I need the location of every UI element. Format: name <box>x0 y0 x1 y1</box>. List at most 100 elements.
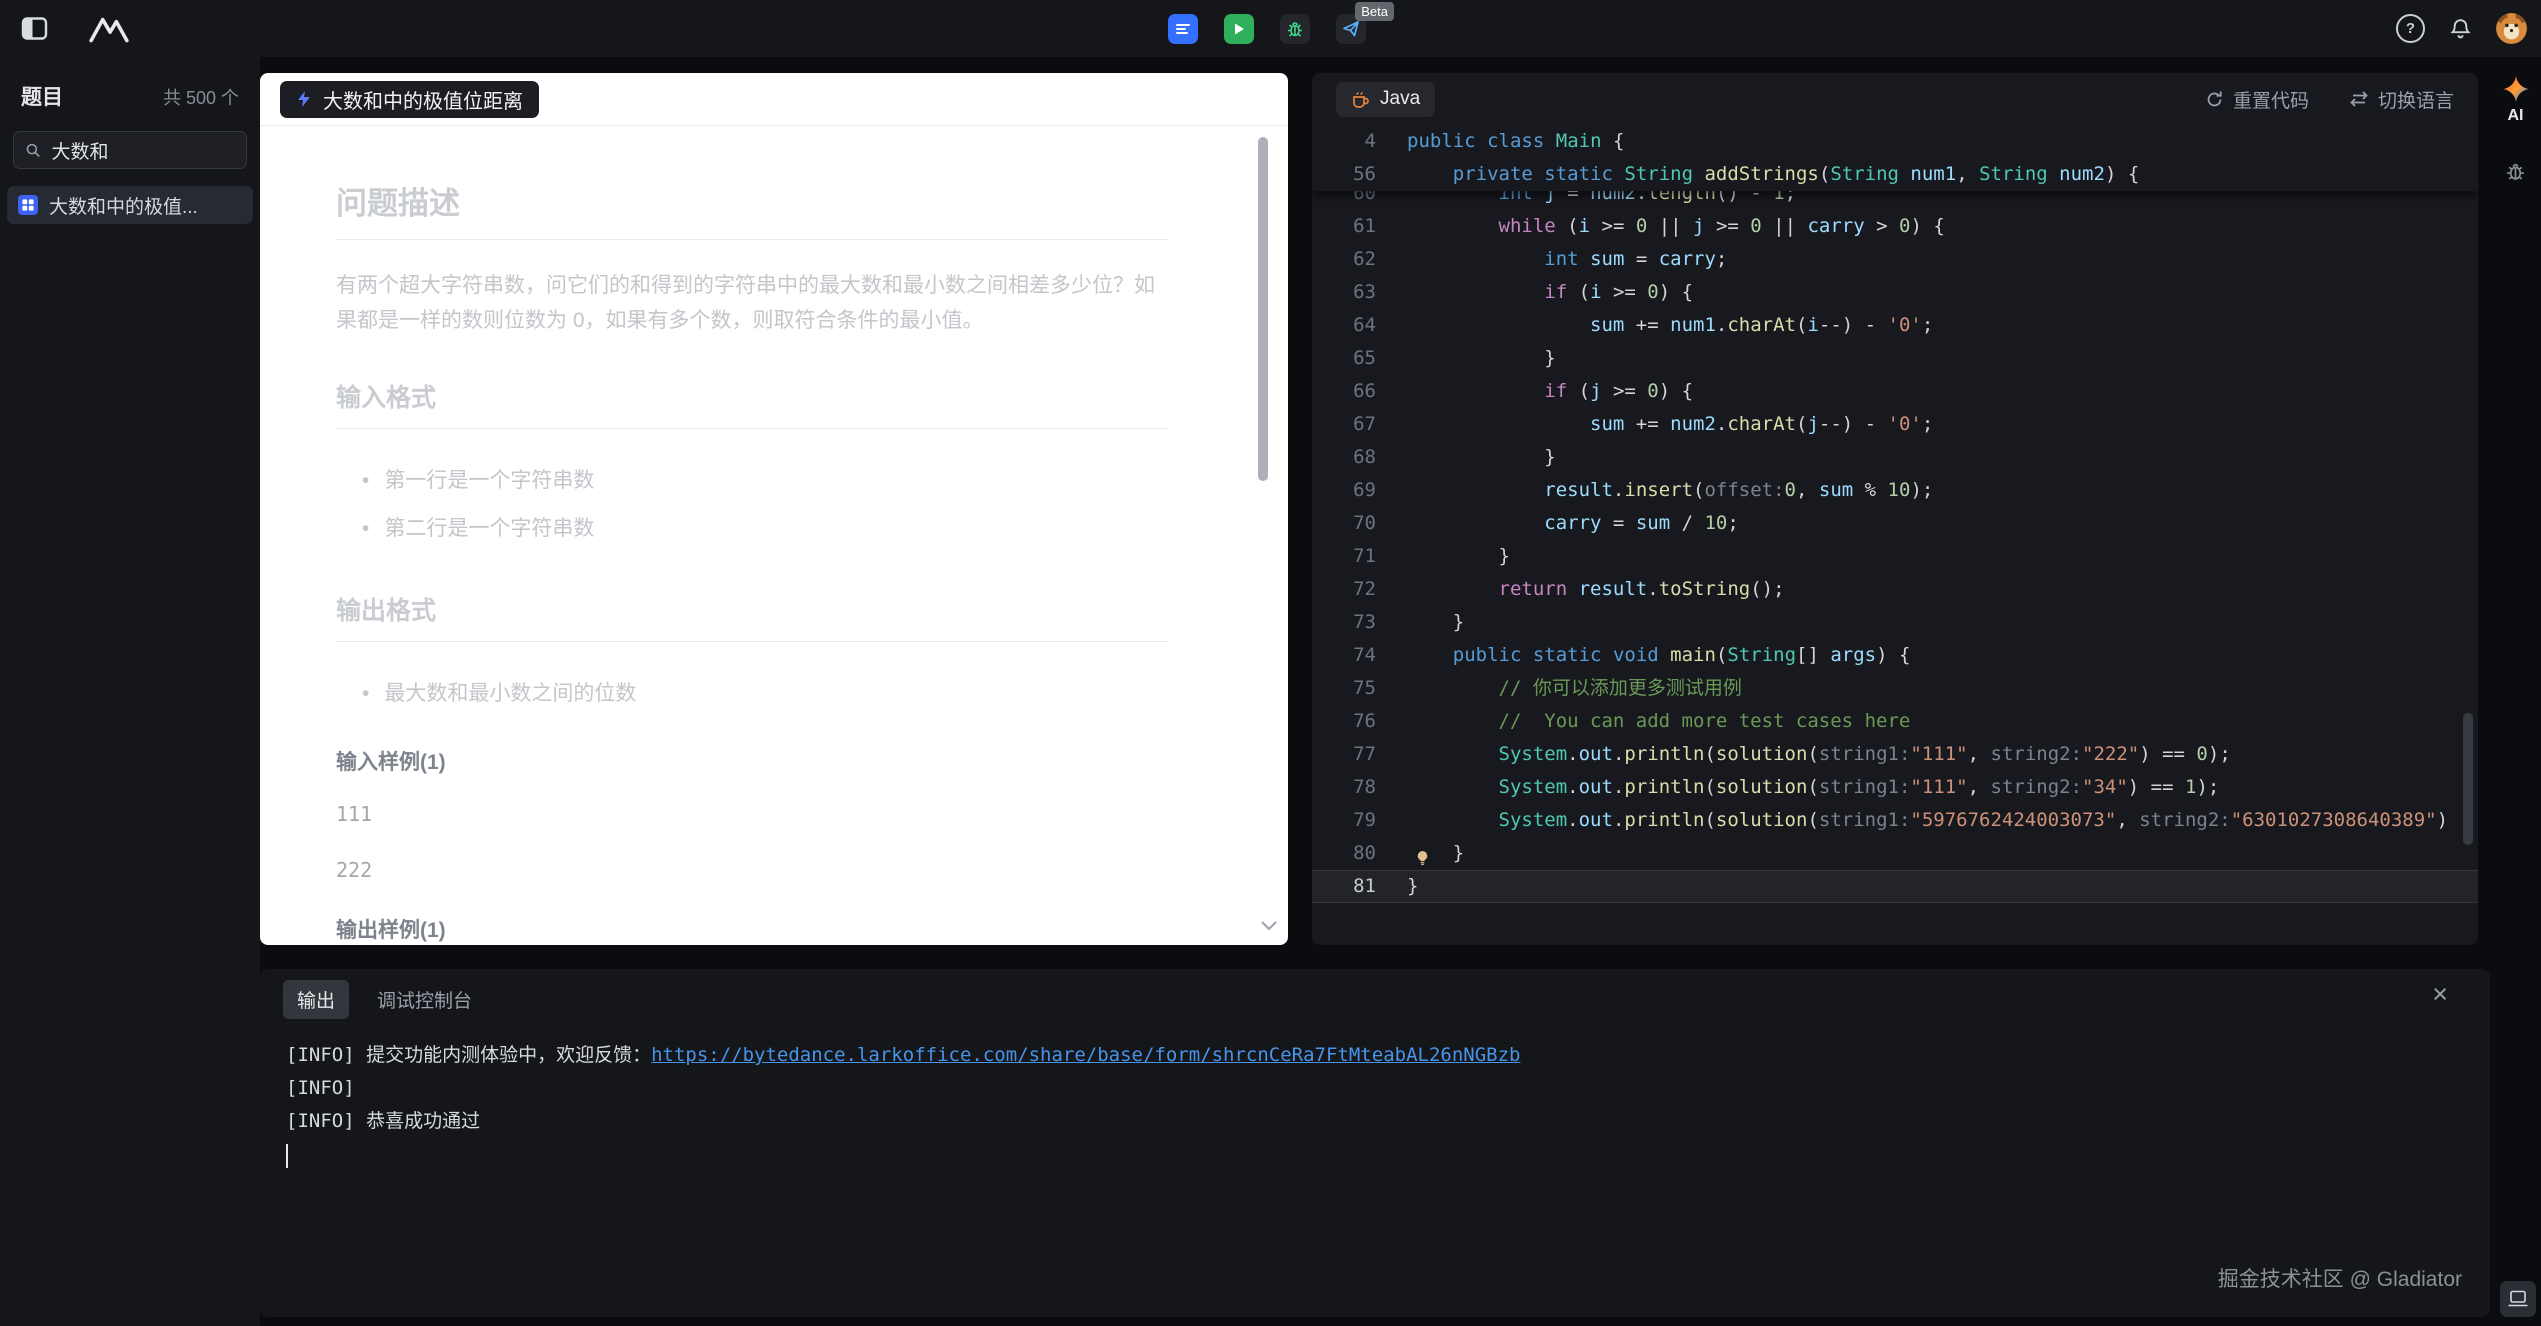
code-line-4[interactable]: 4public class Main { <box>1312 125 2478 158</box>
code-line-67[interactable]: 67 sum += num2.charAt(j--) - '0'; <box>1312 408 2478 441</box>
problems-sidebar: 题目 共 500 个 大数和中的极值... <box>0 57 260 1326</box>
sidebar-item-label: 大数和中的极值... <box>49 192 198 219</box>
code-text: sum += num2.charAt(j--) - '0'; <box>1407 408 1933 441</box>
format-icon <box>1175 21 1191 37</box>
code-line-81[interactable]: 81} <box>1312 870 2478 903</box>
help-button[interactable]: ? <box>2396 14 2425 43</box>
log-level-tag: [INFO] <box>286 1044 355 1066</box>
watermark-text: 掘金技术社区 @ Gladiator <box>2218 1263 2462 1293</box>
format-button[interactable] <box>1168 14 1198 44</box>
divider <box>336 428 1168 429</box>
problem-tab[interactable]: 大数和中的极值位距离 <box>280 81 539 118</box>
editor-body[interactable]: 60 int j = num2.length() - 1;61 while (i… <box>1312 125 2478 945</box>
code-text: } <box>1407 606 1464 639</box>
code-line-70[interactable]: 70 carry = sum / 10; <box>1312 507 2478 540</box>
code-text: } <box>1407 540 1510 573</box>
sidebar-toggle-button[interactable] <box>21 15 48 42</box>
bell-icon <box>2449 17 2472 40</box>
beta-badge: Beta <box>1355 2 1394 21</box>
console-line: [INFO] <box>286 1072 2464 1105</box>
line-number: 66 <box>1312 375 1407 408</box>
code-editor-panel: Java 重置代码 切换语言 60 int j = num2.length() … <box>1312 73 2478 945</box>
ai-assistant-button[interactable]: AI <box>2502 75 2530 125</box>
notifications-button[interactable] <box>2449 17 2472 40</box>
problem-title: 大数和中的极值位距离 <box>323 85 523 114</box>
reset-code-button[interactable]: 重置代码 <box>2205 86 2309 113</box>
code-text: if (j >= 0) { <box>1407 375 1693 408</box>
tab-debug-console[interactable]: 调试控制台 <box>377 980 472 1019</box>
rail-debug-button[interactable] <box>2505 161 2526 182</box>
run-toolbar: Beta <box>1168 0 1366 57</box>
code-line-77[interactable]: 77 System.out.println(solution(string1:"… <box>1312 738 2478 771</box>
line-number: 77 <box>1312 738 1407 771</box>
problem-block-mono: 222 <box>336 858 1168 882</box>
console-panel: 输出 调试控制台 × [INFO] 提交功能内测体验中，欢迎反馈：https:/… <box>260 969 2490 1317</box>
code-line-79[interactable]: 79 System.out.println(solution(string1:"… <box>1312 804 2478 837</box>
line-number: 78 <box>1312 771 1407 804</box>
code-line-64[interactable]: 64 sum += num1.charAt(i--) - '0'; <box>1312 309 2478 342</box>
log-level-tag: [INFO] <box>286 1110 355 1132</box>
sidebar-item-problem[interactable]: 大数和中的极值... <box>7 186 253 224</box>
language-tab[interactable]: Java <box>1336 82 1435 117</box>
code-text: private static String addStrings(String … <box>1407 158 2139 191</box>
sticky-scroll-lines: 4public class Main {56 private static St… <box>1312 125 2478 191</box>
console-line: [INFO] 提交功能内测体验中，欢迎反馈：https://bytedance.… <box>286 1039 2464 1072</box>
line-number: 79 <box>1312 804 1407 837</box>
problem-scrollbar[interactable] <box>1258 137 1268 481</box>
run-button[interactable] <box>1224 14 1254 44</box>
code-line-78[interactable]: 78 System.out.println(solution(string1:"… <box>1312 771 2478 804</box>
code-line-68[interactable]: 68 } <box>1312 441 2478 474</box>
user-avatar[interactable] <box>2496 13 2527 44</box>
watermark-logo-button[interactable] <box>2500 1281 2536 1317</box>
right-rail: AI <box>2490 57 2541 1326</box>
code-line-80[interactable]: 80 } <box>1312 837 2478 870</box>
editor-header: Java 重置代码 切换语言 <box>1312 73 2478 125</box>
log-level-tag: [INFO] <box>286 1077 355 1099</box>
problem-block-li: •第二行是一个字符串数 <box>336 505 1168 553</box>
line-number: 69 <box>1312 474 1407 507</box>
code-text: System.out.println(solution(string1:"111… <box>1407 771 2219 804</box>
sidebar-title: 题目 <box>21 81 63 111</box>
search-box[interactable] <box>13 131 247 169</box>
code-line-66[interactable]: 66 if (j >= 0) { <box>1312 375 2478 408</box>
code-line-61[interactable]: 61 while (i >= 0 || j >= 0 || carry > 0)… <box>1312 210 2478 243</box>
switch-language-button[interactable]: 切换语言 <box>2349 86 2454 113</box>
code-line-75[interactable]: 75 // 你可以添加更多测试用例 <box>1312 672 2478 705</box>
line-number: 72 <box>1312 573 1407 606</box>
scroll-down-button[interactable] <box>1260 919 1278 937</box>
search-input[interactable] <box>50 138 235 162</box>
code-text: } <box>1407 342 1556 375</box>
debug-button[interactable] <box>1280 14 1310 44</box>
line-number: 81 <box>1312 870 1407 903</box>
code-line-74[interactable]: 74 public static void main(String[] args… <box>1312 639 2478 672</box>
code-line-62[interactable]: 62 int sum = carry; <box>1312 243 2478 276</box>
console-close-button[interactable]: × <box>2432 981 2448 1008</box>
line-number: 73 <box>1312 606 1407 639</box>
code-line-71[interactable]: 71 } <box>1312 540 2478 573</box>
code-text: result.insert(offset:0, sum % 10); <box>1407 474 1933 507</box>
problem-header: 大数和中的极值位距离 <box>260 73 1288 126</box>
reset-code-label: 重置代码 <box>2233 86 2309 113</box>
console-link[interactable]: https://bytedance.larkoffice.com/share/b… <box>651 1044 1520 1066</box>
code-line-65[interactable]: 65 } <box>1312 342 2478 375</box>
code-line-56[interactable]: 56 private static String addStrings(Stri… <box>1312 158 2478 191</box>
code-line-69[interactable]: 69 result.insert(offset:0, sum % 10); <box>1312 474 2478 507</box>
editor-scrollbar[interactable] <box>2463 713 2473 845</box>
problem-block-h1: 问题描述 <box>336 178 1168 223</box>
code-line-72[interactable]: 72 return result.toString(); <box>1312 573 2478 606</box>
submit-button[interactable]: Beta <box>1336 14 1366 44</box>
problem-block-b: 输入样例(1) <box>336 746 1168 776</box>
code-line-63[interactable]: 63 if (i >= 0) { <box>1312 276 2478 309</box>
reset-icon <box>2205 90 2224 109</box>
app-logo[interactable] <box>88 14 130 44</box>
code-text: System.out.println(solution(string1:"597… <box>1407 804 2448 837</box>
code-text: carry = sum / 10; <box>1407 507 1739 540</box>
coffee-cup-icon <box>1351 90 1370 109</box>
line-number: 71 <box>1312 540 1407 573</box>
tab-output[interactable]: 输出 <box>283 980 349 1019</box>
language-tab-label: Java <box>1380 88 1420 110</box>
problem-count: 共 500 个 <box>163 84 239 110</box>
topbar: Beta ? <box>0 0 2541 57</box>
code-line-76[interactable]: 76 // You can add more test cases here <box>1312 705 2478 738</box>
code-line-73[interactable]: 73 } <box>1312 606 2478 639</box>
